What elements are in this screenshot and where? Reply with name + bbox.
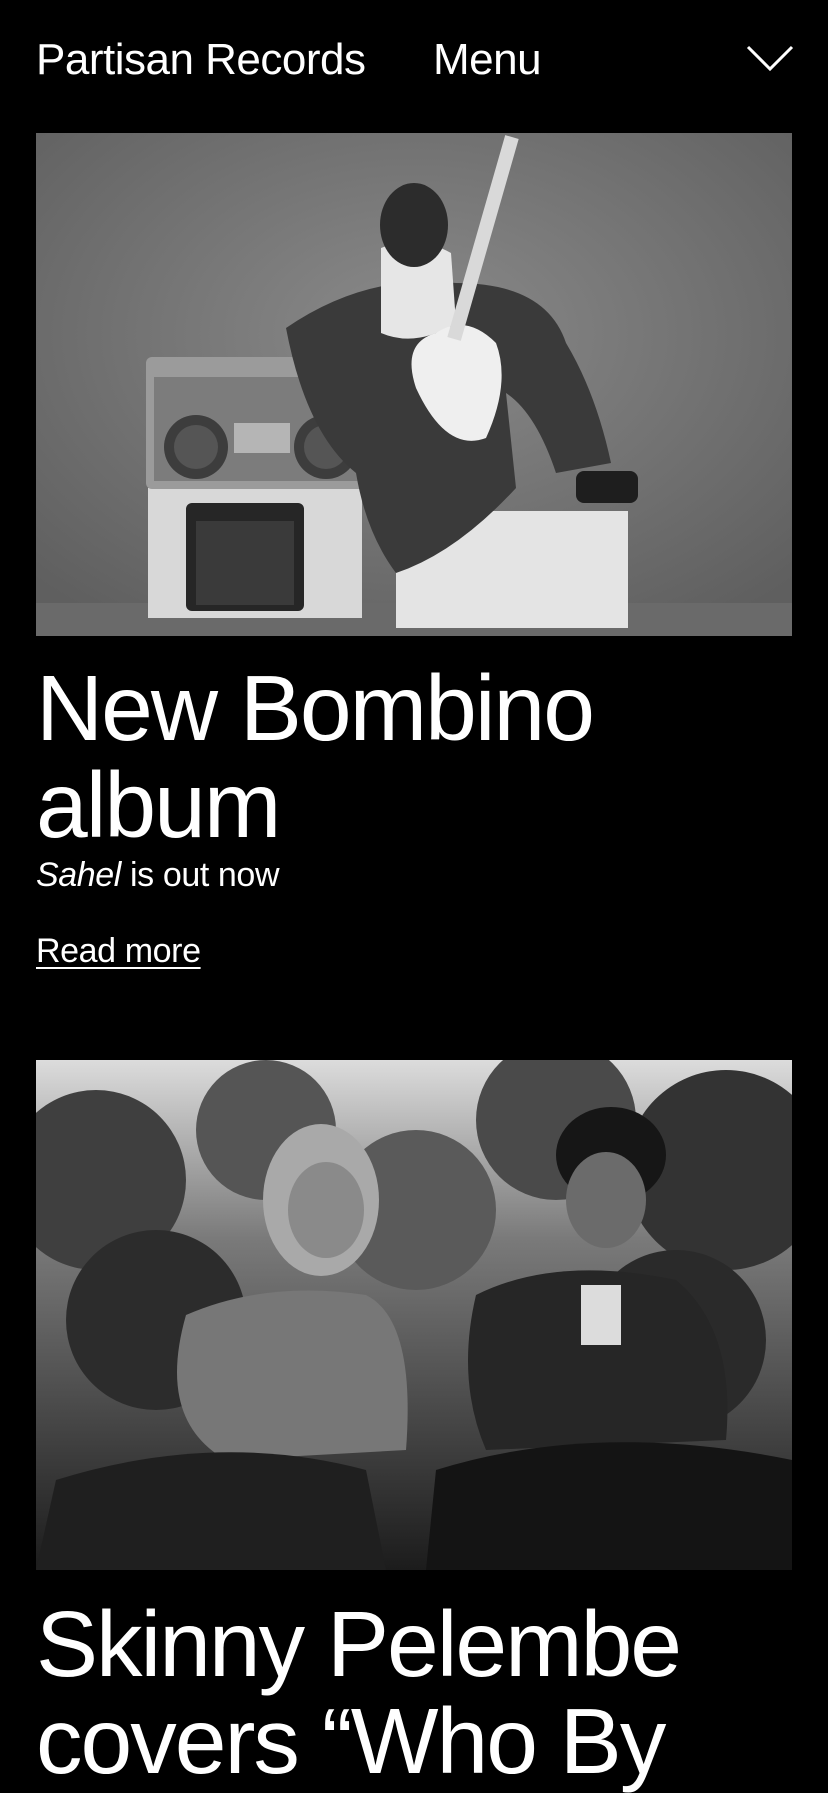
article-image[interactable] bbox=[36, 133, 792, 636]
brand-logo-link[interactable]: Partisan Records bbox=[36, 34, 366, 86]
bombino-photo-illustration bbox=[36, 133, 792, 636]
chevron-down-icon[interactable] bbox=[746, 44, 794, 72]
album-title: Sahel bbox=[36, 856, 121, 894]
menu-link[interactable]: Menu bbox=[433, 34, 542, 86]
skinny-pelembe-photo-illustration bbox=[36, 1060, 792, 1570]
news-article: New Bombino album Sahel is out now Read … bbox=[36, 133, 792, 971]
news-article: Skinny Pelembe covers “Who By bbox=[36, 1060, 792, 1790]
read-more-link[interactable]: Read more bbox=[36, 931, 201, 971]
site-header: Partisan Records Menu bbox=[0, 0, 828, 122]
article-image[interactable] bbox=[36, 1060, 792, 1570]
article-subtitle: Sahel is out now bbox=[36, 855, 792, 895]
article-headline[interactable]: New Bombino album bbox=[36, 660, 792, 854]
article-headline[interactable]: Skinny Pelembe covers “Who By bbox=[36, 1596, 792, 1790]
subtitle-text: is out now bbox=[120, 856, 280, 894]
